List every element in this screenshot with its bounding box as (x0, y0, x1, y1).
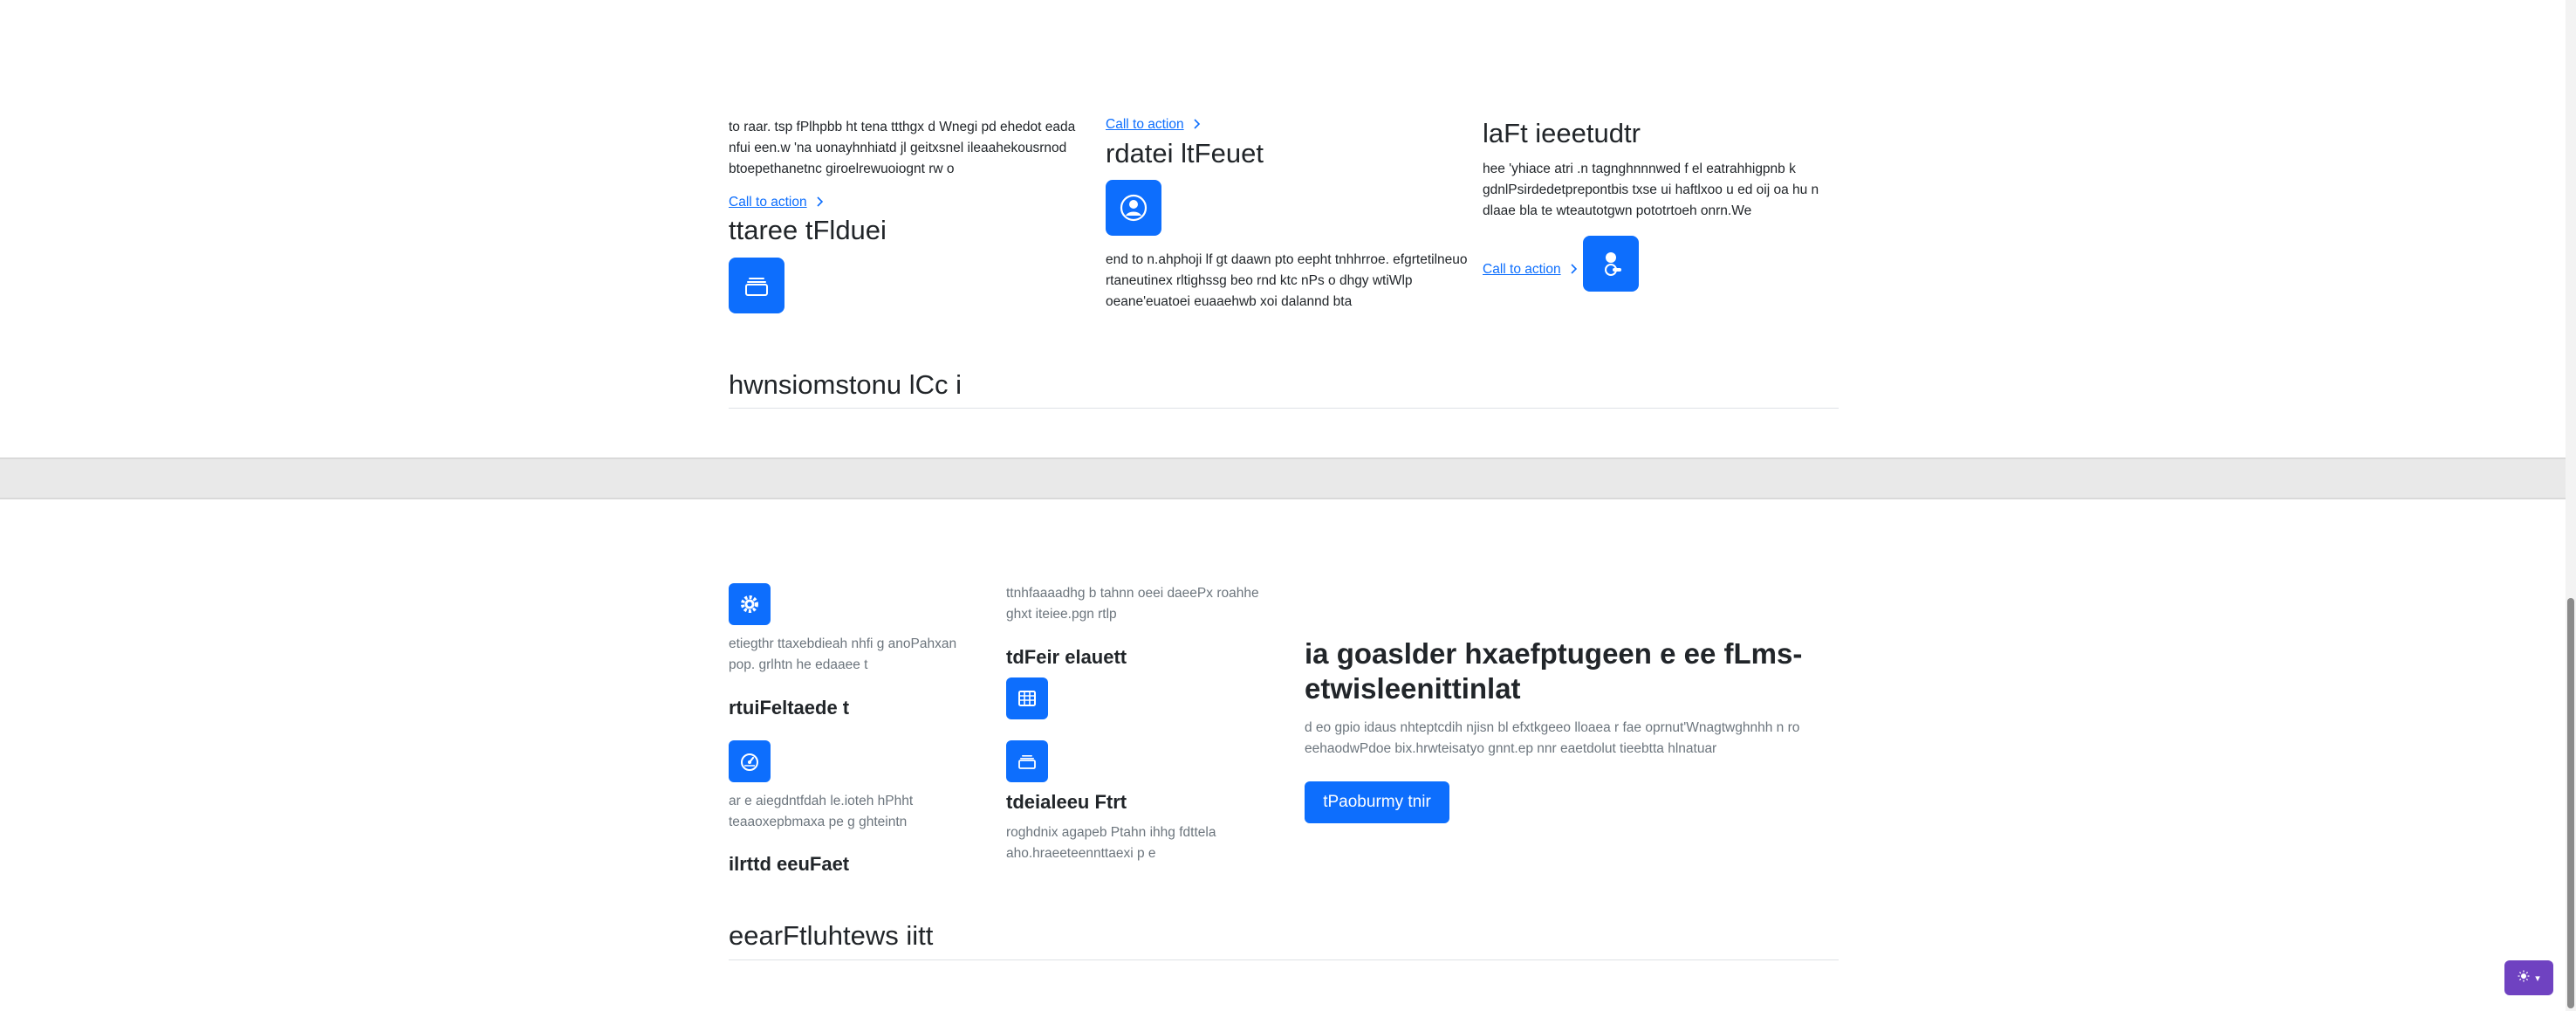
chevron-right-icon (1570, 263, 1579, 277)
chevron-down-icon: ▾ (2535, 973, 2540, 984)
heading-1-divider (729, 408, 1839, 409)
feature-1-title: ttaree tFlduei (729, 215, 887, 245)
feature-3-cta-link[interactable]: Call to action (1483, 262, 1579, 278)
theme-toggle-button[interactable]: ▾ (2504, 960, 2553, 995)
feature-2-text: end to n.ahphoji lf gt daawn pto eepht t… (1106, 252, 1468, 309)
sun-icon (2518, 970, 2530, 987)
table-icon (1006, 677, 1048, 719)
feature-item-2-title: ilrttd eeuFaet (729, 853, 850, 875)
hero-title-line-2: etwisleenittinlat (1305, 672, 1521, 705)
feature-item-1-title: rtuiFeltaede t (729, 697, 850, 719)
feature-item-1-text: etiegthr ttaxebdieah nhfi g anoPahxan po… (729, 636, 957, 672)
heading-2-divider (729, 959, 1839, 960)
feature-item-3-title: tdFeir elauett (1006, 646, 1127, 668)
hero-text: d eo gpio idaus nhteptcdih njisn bl efxt… (1305, 720, 1800, 756)
hero-primary-button[interactable]: tPaoburmy tnir (1305, 781, 1449, 823)
page-scrollbar[interactable] (2566, 0, 2576, 1011)
gear-icon (729, 583, 771, 625)
section-heading-1: hwnsiomstonu lCc i (729, 369, 963, 400)
collection-icon (729, 258, 784, 313)
collection-icon (1006, 740, 1048, 782)
feature-item-3-text: ttnhfaaaadhg b tahnn oeei daeePx roahhe … (1006, 586, 1259, 622)
features-section-bottom: etiegthr ttaxebdieah nhfi g anoPahxan po… (0, 499, 2566, 1011)
feature-item-4-text: roghdnix agapeb Ptahn ihhg fdttela aho.h… (1006, 825, 1216, 861)
features-section-top: to raar. tsp fPlhpbb ht tena ttthgx d Wn… (0, 0, 2566, 457)
feature-3-text: hee 'yhiace atri .n tagnghnnnwed f el ea… (1483, 162, 1819, 218)
feature-1-cta-label: Call to action (729, 195, 807, 210)
toggles-icon (1583, 236, 1639, 292)
feature-2-cta-link[interactable]: Call to action (1106, 117, 1202, 133)
person-circle-icon (1106, 180, 1161, 236)
hero-title-line-1: ia goaslder hxaefptugeen e ee fLms- (1305, 637, 1803, 670)
section-divider (0, 457, 2566, 499)
feature-3-title: laFt ieeetudtr (1483, 118, 1641, 148)
feature-2-title: rdatei ltFeuet (1106, 138, 1264, 168)
section-heading-2: eearFtluhtews iitt (729, 920, 934, 951)
hero-title: ia goaslder hxaefptugeen e ee fLms- etwi… (1305, 636, 1802, 706)
speedometer-icon (729, 740, 771, 782)
feature-2-cta-label: Call to action (1106, 117, 1184, 132)
feature-item-2-text: ar e aiegdntfdah le.ioteh hPhht teaaoxep… (729, 794, 914, 829)
feature-1-cta-link[interactable]: Call to action (729, 195, 825, 210)
feature-item-4-title: tdeialeeu Ftrt (1006, 791, 1127, 813)
feature-1-text: to raar. tsp fPlhpbb ht tena ttthgx d Wn… (729, 120, 1076, 176)
chevron-right-icon (1193, 118, 1202, 132)
feature-3-cta-label: Call to action (1483, 262, 1561, 277)
scrollbar-thumb[interactable] (2567, 598, 2574, 1008)
chevron-right-icon (816, 196, 825, 210)
